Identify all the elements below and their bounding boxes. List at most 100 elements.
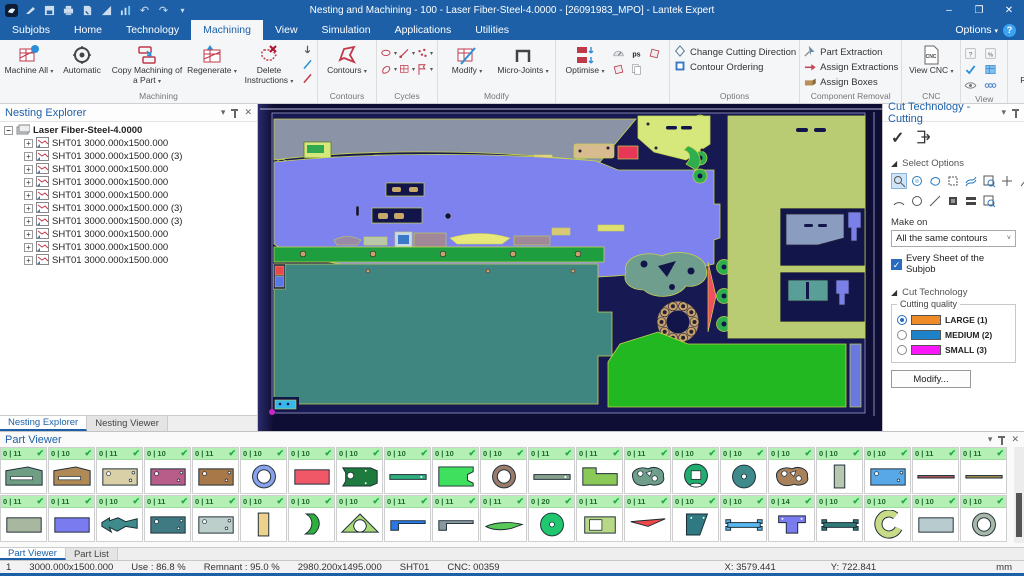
part-cell-r2-c12[interactable]: 0 | 20✔ [528, 495, 575, 542]
gauge-icon[interactable] [612, 45, 630, 61]
tab-utilities[interactable]: Utilities [463, 20, 521, 40]
flag-icon[interactable]: ▾ [416, 61, 434, 77]
select-option-pick-icon[interactable] [891, 173, 907, 189]
part-cell-r2-c3[interactable]: 0 | 10✔ [96, 495, 143, 542]
vchk-icon[interactable] [964, 61, 984, 77]
modify-button[interactable]: Modify... [891, 370, 971, 388]
delete-instructions-button[interactable]: Delete Instructions ▾ [239, 42, 299, 86]
contour-ordering-button[interactable]: Contour Ordering [673, 60, 796, 74]
contours-button[interactable]: Contours ▾ [321, 42, 373, 76]
select-option-zoomwin2-icon[interactable] [981, 193, 997, 209]
expand-box-icon[interactable]: + [24, 191, 33, 200]
select-option-circ-icon[interactable] [909, 173, 925, 189]
part-cell-r1-c10[interactable]: 0 | 10✔ [432, 447, 479, 494]
part-cell-r2-c20[interactable]: 0 | 10✔ [912, 495, 959, 542]
part-cell-r2-c8[interactable]: 0 | 10✔ [336, 495, 383, 542]
nesting-canvas[interactable] [258, 104, 882, 431]
machine-all-button[interactable]: Machine All ▾ [3, 42, 55, 76]
part-viewer-scrollbar[interactable] [1014, 447, 1024, 543]
knife-icon[interactable] [24, 4, 37, 17]
expand-box-icon[interactable]: + [24, 256, 33, 265]
slashred-icon[interactable] [300, 72, 314, 85]
tree-sheet-6[interactable]: +SHT01 3000.000x1500.000 (3) [4, 202, 257, 215]
tab-part-list[interactable]: Part List [66, 548, 118, 560]
expand-box-icon[interactable]: + [24, 243, 33, 252]
pin-icon[interactable] [1012, 109, 1019, 117]
micro-joints-button[interactable]: Micro-Joints ▾ [494, 42, 552, 76]
tab-subjobs[interactable]: Subjobs [0, 20, 62, 40]
spray-icon[interactable]: ▾ [380, 61, 398, 77]
tab-simulation[interactable]: Simulation [310, 20, 383, 40]
part-cell-r1-c11[interactable]: 0 | 10✔ [480, 447, 527, 494]
radio-icon[interactable] [897, 330, 907, 340]
select-option-slash-icon[interactable] [1017, 173, 1024, 189]
collapse-triangle-icon[interactable]: ◢ [891, 288, 897, 297]
tab-machining[interactable]: Machining [191, 20, 263, 40]
expand-box-icon[interactable]: + [24, 178, 33, 187]
part-cell-r1-c3[interactable]: 0 | 11✔ [96, 447, 143, 494]
expand-box-icon[interactable]: + [24, 152, 33, 161]
part-cell-r1-c1[interactable]: 0 | 11✔ [0, 447, 47, 494]
change-cutting-direction-button[interactable]: Change Cutting Direction [673, 45, 796, 59]
part-cell-r1-c6[interactable]: 0 | 10✔ [240, 447, 287, 494]
expand-box-icon[interactable]: + [24, 139, 33, 148]
tree-sheet-4[interactable]: +SHT01 3000.000x1500.000 [4, 176, 257, 189]
part-cell-r2-c9[interactable]: 0 | 11✔ [384, 495, 431, 542]
part-cell-r1-c14[interactable]: 0 | 11✔ [624, 447, 671, 494]
apply-check-icon[interactable]: ✓ [891, 128, 904, 148]
copydoc-icon[interactable] [630, 61, 648, 77]
part-cell-r1-c13[interactable]: 0 | 11✔ [576, 447, 623, 494]
part-cell-r1-c21[interactable]: 0 | 11✔ [960, 447, 1007, 494]
panel-menu-icon[interactable]: ▾ [1001, 107, 1006, 118]
grid-icon[interactable]: ▾ [398, 61, 416, 77]
radio-icon[interactable] [897, 345, 907, 355]
options-menu[interactable]: Options ▾ [955, 24, 998, 36]
select-option-circo-icon[interactable] [909, 193, 925, 209]
part-cell-r2-c18[interactable]: 0 | 10✔ [816, 495, 863, 542]
expand-box-icon[interactable]: + [24, 230, 33, 239]
panel-menu-icon[interactable]: ▾ [988, 434, 993, 445]
collapse-box-icon[interactable]: − [4, 126, 13, 135]
panel-menu-icon[interactable]: ▾ [221, 107, 226, 118]
quality-large-1[interactable]: LARGE (1) [897, 312, 1010, 327]
quality-medium-2[interactable]: MEDIUM (2) [897, 327, 1010, 342]
vchain-icon[interactable] [984, 77, 1004, 93]
part-cell-r1-c8[interactable]: 0 | 10✔ [336, 447, 383, 494]
sheet-reposition-button[interactable]: Sheet Reposition [1011, 42, 1024, 86]
close-panel-icon[interactable]: ✕ [1011, 434, 1019, 445]
app-logo-icon[interactable] [5, 4, 18, 17]
radio-icon[interactable] [897, 315, 907, 325]
select-option-rdark-icon[interactable] [945, 193, 961, 209]
tab-applications[interactable]: Applications [383, 20, 464, 40]
part-cell-r1-c18[interactable]: 0 | 10✔ [816, 447, 863, 494]
part-cell-r2-c13[interactable]: 0 | 11✔ [576, 495, 623, 542]
part-cell-r1-c12[interactable]: 0 | 11✔ [528, 447, 575, 494]
select-option-swoosh-icon[interactable] [963, 173, 979, 189]
tab-part-viewer[interactable]: Part Viewer [0, 548, 66, 560]
part-cell-r2-c4[interactable]: 0 | 11✔ [144, 495, 191, 542]
ellipse-icon[interactable]: ▾ [380, 45, 398, 61]
tree-sheet-10[interactable]: +SHT01 3000.000x1500.000 [4, 254, 257, 267]
make-on-select[interactable]: All the same contours˅ [891, 230, 1016, 247]
optimise-button[interactable]: Optimise ▾ [559, 42, 611, 76]
arrowdown-icon[interactable] [300, 44, 314, 57]
assign-extractions-button[interactable]: Assign Extractions [803, 60, 898, 74]
tab-technology[interactable]: Technology [114, 20, 191, 40]
vhelp-icon[interactable]: ? [964, 45, 984, 61]
tree-sheet-7[interactable]: +SHT01 3000.000x1500.000 (3) [4, 215, 257, 228]
pin-icon[interactable] [998, 436, 1005, 444]
part-cell-r1-c7[interactable]: 0 | 10✔ [288, 447, 335, 494]
vpct-icon[interactable]: % [984, 45, 1004, 61]
ps-icon[interactable]: ps [630, 45, 648, 61]
expand-box-icon[interactable]: + [24, 204, 33, 213]
pencil-icon[interactable]: ▾ [398, 45, 416, 61]
expand-box-icon[interactable]: + [24, 165, 33, 174]
veye-icon[interactable] [964, 77, 984, 93]
tree-sheet-5[interactable]: +SHT01 3000.000x1500.000 [4, 189, 257, 202]
maximize-button[interactable]: ❐ [964, 0, 994, 20]
slashblue-icon[interactable] [300, 58, 314, 71]
part-cell-r2-c6[interactable]: 0 | 10✔ [240, 495, 287, 542]
part-cell-r1-c2[interactable]: 0 | 10✔ [48, 447, 95, 494]
part-cell-r2-c5[interactable]: 0 | 11✔ [192, 495, 239, 542]
part-extraction-button[interactable]: Part Extraction [803, 45, 898, 59]
